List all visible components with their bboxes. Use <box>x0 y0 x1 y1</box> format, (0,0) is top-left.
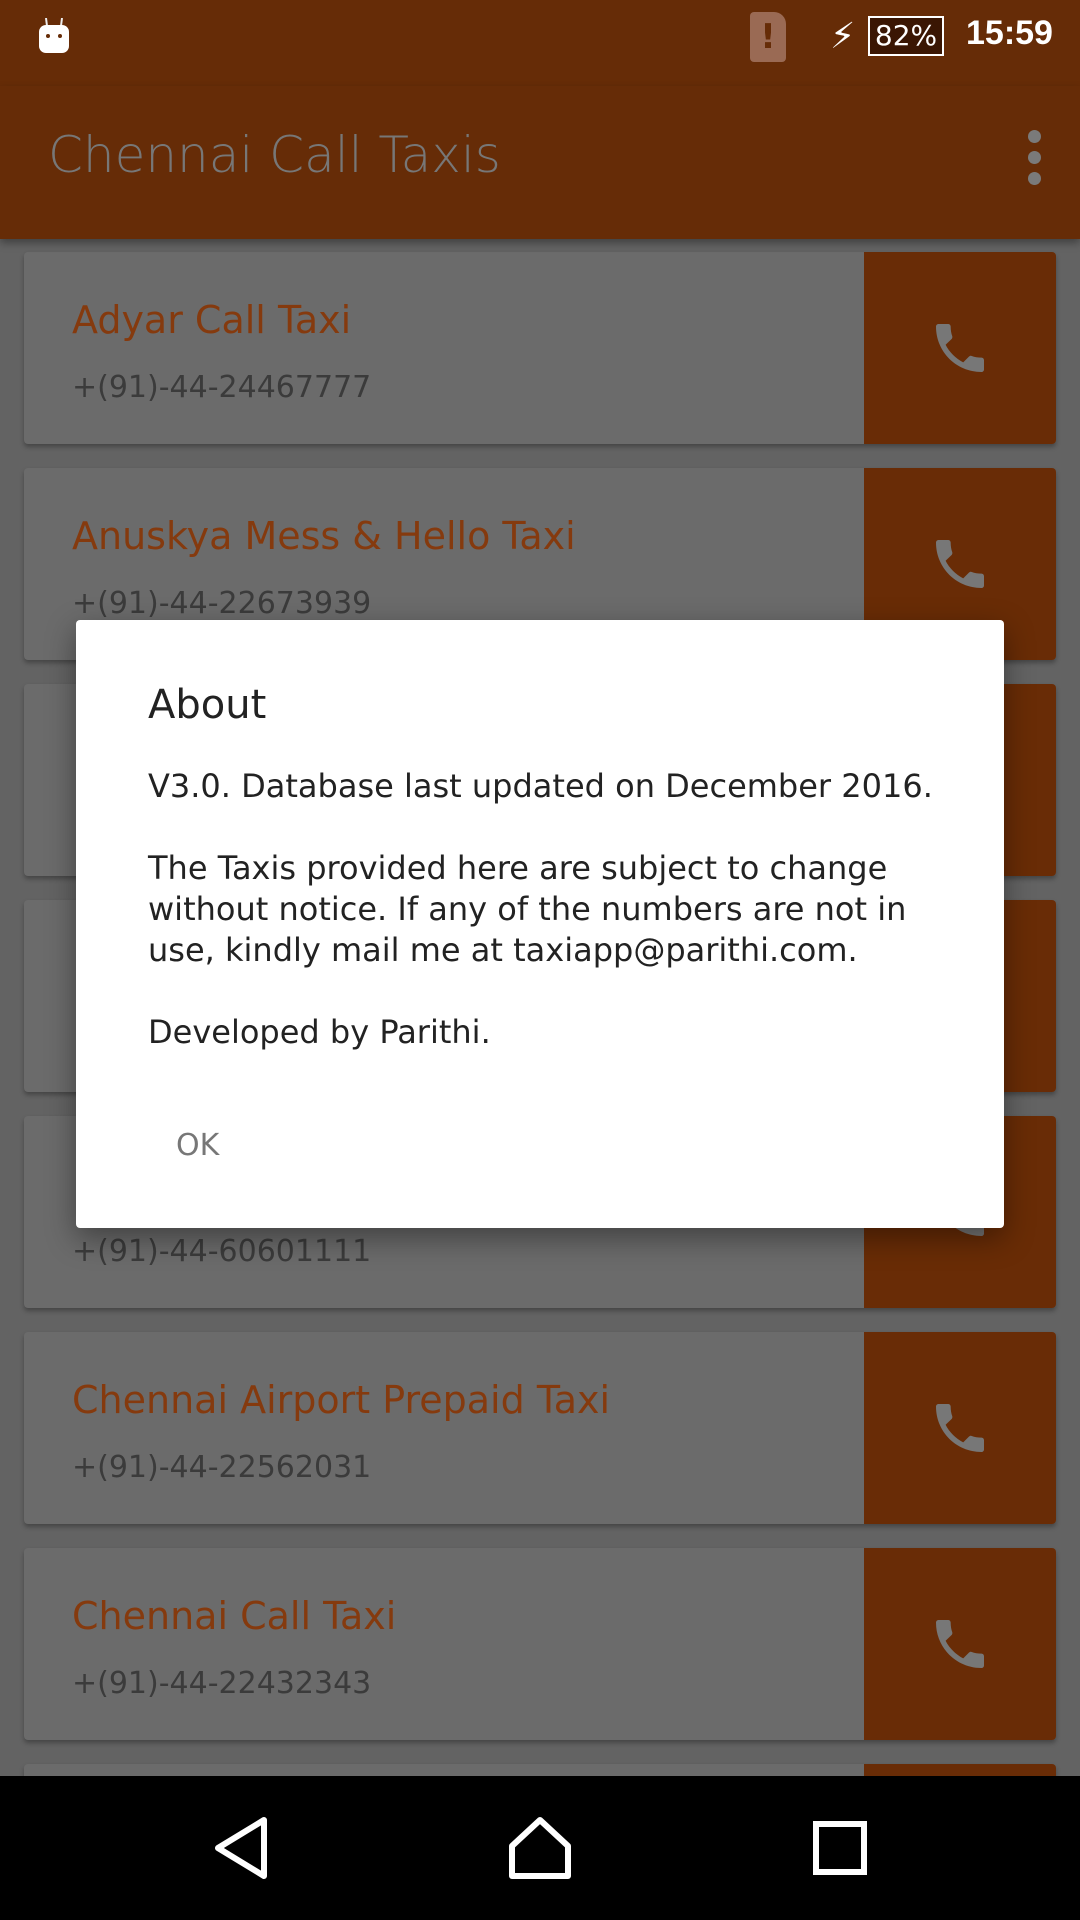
dialog-notice-text: The Taxis provided here are subject to c… <box>148 849 907 969</box>
app-title: Chennai Call Taxis <box>48 126 501 184</box>
sim-alert-icon: ! <box>750 12 786 62</box>
taxi-phone: +(91)-44-22432343 <box>72 1666 372 1701</box>
call-button[interactable] <box>864 1548 1056 1740</box>
about-dialog: About V3.0. Database last updated on Dec… <box>76 620 1004 1228</box>
clock: 15:59 <box>966 14 1053 52</box>
android-notification-icon <box>39 18 69 53</box>
recents-icon[interactable] <box>804 1812 876 1884</box>
taxi-card[interactable]: Chennai Airport Prepaid Taxi +(91)-44-225… <box>24 1332 1056 1524</box>
home-icon[interactable] <box>504 1812 576 1884</box>
app-bar: Chennai Call Taxis <box>0 86 1080 239</box>
taxi-phone: +(91)-44-22562031 <box>72 1450 372 1485</box>
dialog-developer-text: Developed by Parithi. <box>148 1013 491 1051</box>
dialog-version-text: V3.0. Database last updated on December … <box>148 767 933 805</box>
charging-icon: ⚡ <box>830 16 856 57</box>
taxi-card[interactable]: Chennai Call Taxi +(91)-44-22432343 <box>24 1548 1056 1740</box>
call-button[interactable] <box>864 1764 1056 1776</box>
phone-icon <box>936 1620 984 1668</box>
ok-button[interactable]: OK <box>156 1120 239 1171</box>
taxi-name: Adyar Call Taxi <box>72 298 352 342</box>
taxi-card[interactable]: Adyar Call Taxi +(91)-44-24467777 <box>24 252 1056 444</box>
phone-icon <box>936 324 984 372</box>
phone-icon <box>936 1404 984 1452</box>
taxi-name: Chennai Call Taxi <box>72 1594 397 1638</box>
phone-icon <box>936 540 984 588</box>
taxi-phone: +(91)-44-22673939 <box>72 586 372 621</box>
dialog-title: About <box>148 682 267 728</box>
dialog-message: V3.0. Database last updated on December … <box>148 766 948 1094</box>
battery-icon: 82% <box>868 16 944 56</box>
taxi-card[interactable] <box>24 1764 1056 1776</box>
taxi-name: Chennai Airport Prepaid Taxi <box>72 1378 611 1422</box>
call-button[interactable] <box>864 252 1056 444</box>
taxi-phone: +(91)-44-60601111 <box>72 1234 372 1269</box>
back-icon[interactable] <box>206 1812 278 1884</box>
overflow-menu-icon[interactable] <box>1022 130 1046 194</box>
taxi-phone: +(91)-44-24467777 <box>72 370 372 405</box>
navigation-bar <box>0 1776 1080 1920</box>
status-bar: ! ⚡ 82% 15:59 <box>0 0 1080 86</box>
call-button[interactable] <box>864 1332 1056 1524</box>
taxi-name: Anuskya Mess & Hello Taxi <box>72 514 576 558</box>
